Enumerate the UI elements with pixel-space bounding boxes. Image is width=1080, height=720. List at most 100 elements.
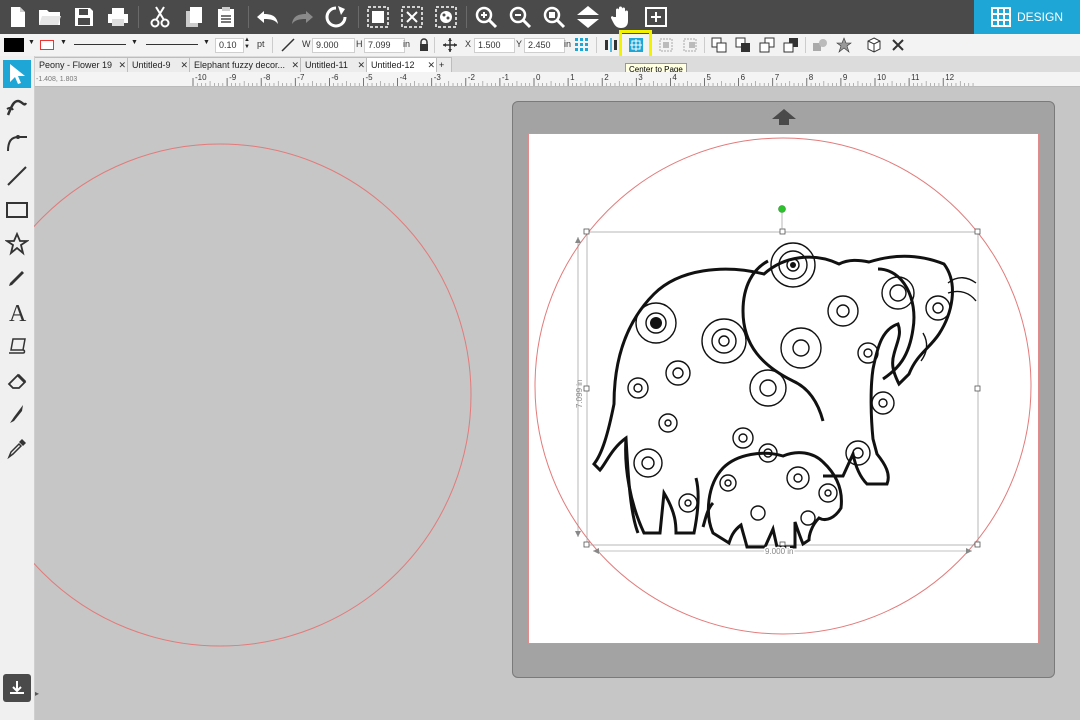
paste-icon[interactable]	[212, 3, 240, 31]
cut-circle-left[interactable]	[34, 143, 472, 647]
eyedropper-icon	[7, 439, 26, 459]
node-edit-tool[interactable]	[3, 94, 31, 122]
add-page-icon[interactable]	[642, 3, 670, 31]
tab-peony[interactable]: Peony - Flower 19 ✕	[34, 57, 130, 72]
rotate-handle[interactable]	[778, 205, 786, 213]
line-weight-input[interactable]: 0.10	[215, 38, 244, 53]
close-tab-icon[interactable]: ✕	[180, 58, 188, 72]
send-backward-icon[interactable]	[783, 37, 799, 53]
line-join-select[interactable]	[146, 44, 198, 45]
3d-box-icon[interactable]	[866, 37, 882, 53]
ruler-label: 10	[877, 73, 886, 82]
close-tab-icon[interactable]: ✕	[291, 58, 299, 72]
move-icon[interactable]	[442, 37, 458, 53]
eyedropper-tool[interactable]	[3, 434, 31, 462]
line-join-dropdown-icon[interactable]: ▼	[203, 39, 210, 46]
star-favorite-icon[interactable]	[836, 37, 852, 53]
shapes-icon[interactable]	[812, 37, 828, 53]
highlight-box	[619, 30, 652, 59]
ruler-label: 1	[570, 73, 575, 82]
line-icon	[7, 166, 27, 186]
fill-color-swatch[interactable]	[4, 38, 24, 52]
sketch-tool[interactable]	[3, 332, 31, 360]
bring-to-front-icon[interactable]	[711, 37, 727, 53]
curve-tool[interactable]	[3, 128, 31, 156]
cut-icon[interactable]	[146, 3, 174, 31]
move-down-icon[interactable]	[574, 3, 602, 31]
line-style-select[interactable]	[74, 44, 126, 45]
pencil-icon	[9, 271, 24, 286]
close-x-icon[interactable]	[890, 37, 906, 53]
pan-hand-icon[interactable]	[608, 3, 636, 31]
height-label: H	[356, 39, 363, 49]
line-weight-spinner[interactable]: ▲ ▼	[244, 37, 250, 51]
node-edit-icon	[6, 99, 28, 116]
scroll-icon	[9, 338, 26, 354]
x-label: X	[465, 39, 472, 49]
line-tool[interactable]	[3, 162, 31, 190]
rectangle-tool[interactable]	[3, 196, 31, 224]
close-tab-icon[interactable]: ✕	[427, 58, 435, 72]
feed-arrow-icon[interactable]	[771, 108, 797, 126]
redo-icon[interactable]	[288, 3, 316, 31]
line-style-dropdown-icon[interactable]: ▼	[131, 39, 138, 46]
bring-forward-icon[interactable]	[759, 37, 775, 53]
width-input[interactable]: 9.000	[312, 38, 355, 53]
align-bottom-icon[interactable]	[682, 37, 698, 53]
select-tool[interactable]	[3, 60, 31, 88]
height-input[interactable]: 7.099	[364, 38, 405, 53]
text-tool[interactable]: A	[3, 298, 31, 326]
close-tab-icon[interactable]: ✕	[118, 58, 126, 72]
ruler-label: 8	[809, 73, 814, 82]
design-overlay[interactable]: 7.099 in 9.000 in	[528, 133, 1037, 642]
refresh-icon[interactable]	[322, 3, 350, 31]
zoom-in-icon[interactable]	[472, 3, 500, 31]
tab-untitled-11[interactable]: Untitled-11 ✕	[300, 57, 369, 72]
zoom-out-icon[interactable]	[506, 3, 534, 31]
undo-icon[interactable]	[254, 3, 282, 31]
y-position-input[interactable]: 2.450	[524, 38, 565, 53]
ungroup-icon[interactable]	[398, 3, 426, 31]
polygon-tool[interactable]	[3, 230, 31, 258]
save-icon[interactable]	[70, 3, 98, 31]
line-color-dropdown-icon[interactable]: ▼	[60, 39, 67, 46]
tab-elephant[interactable]: Elephant fuzzy decor... ✕	[189, 57, 303, 72]
pencil-tool[interactable]	[3, 264, 31, 292]
send-to-back-icon[interactable]	[735, 37, 751, 53]
zoom-fit-icon[interactable]	[540, 3, 568, 31]
tab-label: Untitled-9	[132, 60, 171, 70]
library-panel-button[interactable]	[3, 674, 31, 702]
ruler-label: -3	[434, 73, 442, 82]
open-folder-icon[interactable]	[36, 3, 64, 31]
line-color-swatch[interactable]	[40, 40, 54, 50]
tab-untitled-9[interactable]: Untitled-9 ✕	[127, 57, 192, 72]
elephant-design[interactable]	[591, 254, 954, 549]
align-center-icon[interactable]	[658, 37, 674, 53]
knife-tool[interactable]	[3, 400, 31, 428]
group-icon[interactable]	[364, 3, 392, 31]
x-position-input[interactable]: 1.500	[474, 38, 515, 53]
lock-aspect-icon[interactable]	[416, 37, 432, 53]
tab-label: Elephant fuzzy decor...	[194, 60, 286, 70]
line-tool-icon[interactable]	[280, 37, 296, 53]
new-tab-button[interactable]: +	[436, 57, 452, 72]
eraser-tool[interactable]	[3, 366, 31, 394]
reference-point-icon[interactable]	[574, 37, 590, 53]
fill-dropdown-icon[interactable]: ▼	[28, 39, 35, 46]
copy-icon[interactable]	[180, 3, 208, 31]
align-icon[interactable]	[603, 37, 619, 53]
ruler-label: -10	[195, 73, 207, 82]
design-label: DESIGN	[1016, 10, 1063, 24]
ruler-label: 4	[672, 73, 677, 82]
ruler-label: -7	[297, 73, 305, 82]
replicate-icon[interactable]	[432, 3, 460, 31]
line-unit: pt	[257, 39, 265, 49]
design-tab-button[interactable]: DESIGN	[974, 0, 1080, 34]
print-icon[interactable]	[104, 3, 132, 31]
ruler-label: -4	[400, 73, 408, 82]
new-file-icon[interactable]	[4, 3, 32, 31]
ruler-label: 11	[911, 73, 920, 82]
selection-handles[interactable]	[583, 228, 981, 548]
close-tab-icon[interactable]: ✕	[357, 58, 365, 72]
tab-untitled-12[interactable]: Untitled-12 ✕	[366, 57, 439, 72]
